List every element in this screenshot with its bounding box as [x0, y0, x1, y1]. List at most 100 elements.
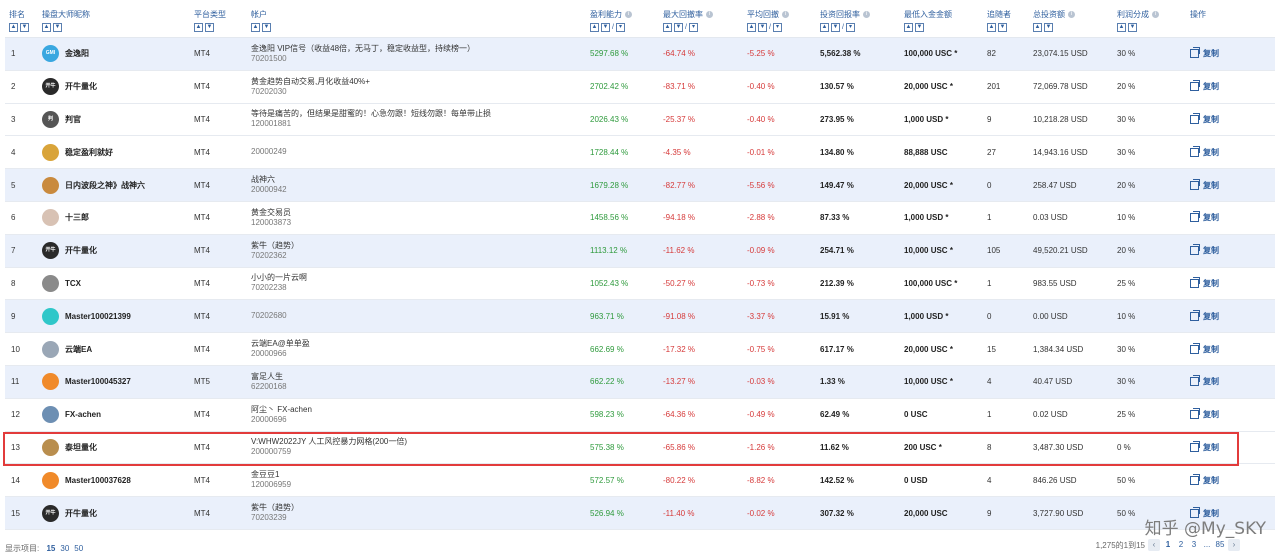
info-icon[interactable]: i: [706, 11, 713, 19]
account-cell: 紫牛（趋势） 70202362: [247, 234, 586, 268]
sort-ascending-icon[interactable]: ▲: [987, 23, 996, 33]
min-deposit-star: *: [945, 114, 949, 124]
sort-toggle-icon[interactable]: ▾: [772, 23, 782, 33]
sort-descending-icon[interactable]: ▼: [1044, 23, 1053, 33]
sort-ascending-icon[interactable]: ▲: [251, 23, 260, 33]
master-name[interactable]: 开牛量化: [65, 81, 97, 92]
avatar[interactable]: 开牛: [42, 78, 59, 96]
avatar[interactable]: [42, 209, 59, 227]
copy-button[interactable]: 复制: [1190, 112, 1275, 125]
sort-descending-icon[interactable]: ▼: [53, 23, 62, 33]
copy-button[interactable]: 复制: [1190, 80, 1275, 92]
master-name[interactable]: 泰坦量化: [65, 442, 97, 453]
copy-button[interactable]: 复制: [1190, 408, 1275, 420]
info-icon[interactable]: i: [782, 11, 789, 19]
avatar[interactable]: [42, 143, 59, 161]
avatar[interactable]: [42, 307, 59, 325]
prev-page-button[interactable]: ‹: [1148, 539, 1160, 551]
avatar[interactable]: [42, 340, 59, 358]
master-name[interactable]: 金逸阳: [65, 48, 89, 59]
copy-button[interactable]: 复制: [1190, 178, 1275, 191]
min-deposit-value: 100,000 USC: [904, 49, 953, 59]
platform-cell: MT4: [190, 431, 247, 465]
avatar[interactable]: GMI: [42, 45, 59, 63]
page-link[interactable]: 1: [1163, 539, 1173, 551]
sort-descending-icon[interactable]: ▼: [998, 23, 1007, 33]
column-header-text: 投资回报率: [820, 10, 860, 19]
max-drawdown-cell: -82.77 %: [659, 168, 743, 202]
copy-button[interactable]: 复制: [1190, 211, 1275, 223]
copy-button[interactable]: 复制: [1190, 473, 1275, 486]
sort-descending-icon[interactable]: ▼: [831, 23, 840, 33]
master-name[interactable]: 判官: [65, 114, 81, 125]
master-name[interactable]: TCX: [65, 279, 81, 288]
page-link[interactable]: 85: [1215, 539, 1225, 551]
copy-button[interactable]: 复制: [1190, 375, 1275, 387]
sort-ascending-icon[interactable]: ▲: [42, 23, 51, 33]
sort-descending-icon[interactable]: ▼: [915, 23, 924, 33]
info-icon[interactable]: i: [1152, 11, 1159, 19]
account-cell: 等待是痛苦的，但结果是甜蜜的！心急勿跟！短线勿跟！每单带止损 120001881: [247, 103, 586, 137]
sort-ascending-icon[interactable]: ▲: [820, 23, 829, 33]
sort-toggle-icon[interactable]: ▾: [688, 23, 698, 33]
pagination-ellipsis: ...: [1203, 540, 1211, 549]
master-cell: GMI 金逸阳: [38, 37, 190, 71]
page-size-option[interactable]: 30: [60, 544, 69, 553]
master-name[interactable]: 稳定盈利就好: [65, 147, 113, 158]
sort-descending-icon[interactable]: ▼: [674, 23, 683, 33]
copy-button[interactable]: 复制: [1190, 47, 1275, 59]
page-link[interactable]: 3: [1189, 539, 1199, 551]
sort-descending-icon[interactable]: ▼: [758, 23, 767, 33]
info-icon[interactable]: i: [863, 11, 870, 19]
master-name[interactable]: 日内波段之神》战神六: [65, 180, 145, 191]
avatar[interactable]: [42, 406, 59, 424]
copy-button[interactable]: 复制: [1190, 145, 1275, 158]
sort-ascending-icon[interactable]: ▲: [590, 23, 599, 33]
sort-ascending-icon[interactable]: ▲: [194, 23, 203, 33]
sort-ascending-icon[interactable]: ▲: [663, 23, 672, 33]
master-name[interactable]: FX-achen: [65, 410, 101, 419]
sort-ascending-icon[interactable]: ▲: [747, 23, 756, 33]
column-header-label: 盈利能力 i: [590, 9, 659, 20]
copy-button[interactable]: 复制: [1190, 276, 1275, 289]
page-size-option[interactable]: 15: [46, 544, 55, 553]
master-name[interactable]: 开牛量化: [65, 508, 97, 519]
master-name[interactable]: 十三郎: [65, 212, 89, 223]
copy-button[interactable]: 复制: [1190, 309, 1275, 322]
info-icon[interactable]: i: [625, 11, 632, 19]
sort-ascending-icon[interactable]: ▲: [9, 23, 18, 33]
avatar[interactable]: 开牛: [42, 504, 59, 522]
sort-ascending-icon[interactable]: ▲: [1033, 23, 1042, 33]
sort-descending-icon[interactable]: ▼: [1128, 23, 1137, 33]
avatar[interactable]: 判: [42, 110, 59, 128]
avatar[interactable]: [42, 274, 59, 292]
master-name[interactable]: Master100037628: [65, 476, 131, 485]
avatar[interactable]: 开牛: [42, 242, 59, 260]
sort-descending-icon[interactable]: ▼: [262, 23, 271, 33]
sort-toggle-icon[interactable]: ▾: [845, 23, 855, 33]
page-size-option[interactable]: 50: [74, 544, 83, 553]
master-name[interactable]: Master100045327: [65, 377, 131, 386]
column-header: 利润分成 i ▲ ▼: [1113, 5, 1186, 38]
sort-descending-icon[interactable]: ▼: [20, 23, 29, 33]
sort-toggle-icon[interactable]: ▾: [615, 23, 625, 33]
avatar[interactable]: [42, 471, 59, 489]
master-name[interactable]: Master100021399: [65, 312, 131, 321]
avatar[interactable]: [42, 438, 59, 456]
copy-button[interactable]: 复制: [1190, 244, 1275, 256]
master-name[interactable]: 开牛量化: [65, 245, 97, 256]
sort-ascending-icon[interactable]: ▲: [904, 23, 913, 33]
sort-descending-icon[interactable]: ▼: [601, 23, 610, 33]
next-page-button[interactable]: ›: [1228, 539, 1240, 551]
sort-ascending-icon[interactable]: ▲: [1117, 23, 1126, 33]
copy-button[interactable]: 复制: [1190, 342, 1275, 355]
info-icon[interactable]: i: [1068, 11, 1075, 19]
sort-descending-icon[interactable]: ▼: [205, 23, 214, 33]
platform-cell: MT4: [190, 463, 247, 498]
page-link[interactable]: 2: [1176, 539, 1186, 551]
master-name[interactable]: 云端EA: [65, 344, 92, 355]
avg-drawdown-cell: -3.37 %: [743, 299, 816, 334]
avatar[interactable]: [42, 373, 59, 391]
avatar[interactable]: [42, 176, 59, 194]
copy-button[interactable]: 复制: [1190, 440, 1275, 453]
